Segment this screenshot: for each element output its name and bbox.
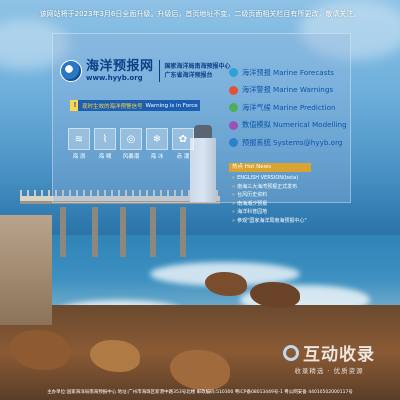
logo-divider (158, 60, 160, 82)
quick-link-tsunami[interactable]: ⌇ 海 啸 (94, 128, 116, 160)
quick-link-sea-ice[interactable]: ❄ 海 冰 (146, 128, 168, 160)
pier-pillar (60, 207, 66, 257)
nav-label: 海洋警报 Marine Warnings (242, 85, 334, 95)
globe-emblem-icon (60, 60, 82, 82)
org-name: 国家海洋局南海预报中心 (164, 63, 231, 70)
quick-links: ≋ 海 浪 ⌇ 海 啸 ◎ 风暴潮 ❄ 海 冰 ✿ 赤 潮 (68, 128, 194, 160)
site-logo[interactable]: 海洋预报网 www.hyyb.org 国家海洋局南海预报中心 广东省海洋预报台 (60, 60, 231, 82)
news-item[interactable]: 参观"国家海洋局南海预报中心" (232, 217, 311, 226)
quick-link-label: 海 啸 (98, 154, 112, 160)
sea-ice-icon: ❄ (146, 128, 168, 150)
news-item[interactable]: ENGLISH VERSION(beta) (232, 174, 311, 183)
upgrade-notice: 该网站将于2023年3月6日全面升级。升级后，首页地址不变，二级页面相关栏目有所… (39, 10, 361, 18)
pier-pillar (92, 207, 98, 257)
news-item[interactable]: 南海三大海湾预报正式发布 (232, 183, 311, 192)
wave-icon: ≋ (68, 128, 90, 150)
nav-item-prediction[interactable]: 海洋气候 Marine Prediction (229, 99, 349, 117)
climate-icon (229, 103, 238, 113)
news-item[interactable]: 台风历史资料 (232, 191, 311, 200)
watermark-text: 互动收录 (303, 345, 375, 365)
quick-link-wave[interactable]: ≋ 海 浪 (68, 128, 90, 160)
news-item[interactable]: 海洋科普园地 (232, 208, 311, 217)
logo-text: 海洋预报网 www.hyyb.org (86, 59, 154, 83)
organizations: 国家海洋局南海预报中心 广东省海洋预报台 (165, 62, 231, 80)
tsunami-icon: ⌇ (94, 128, 116, 150)
storm-surge-icon: ◎ (120, 128, 142, 150)
warning-nav-icon (229, 85, 238, 95)
modelling-icon (229, 120, 238, 130)
news-item[interactable]: 南海潮汐预报 (232, 200, 311, 209)
quick-link-red-tide[interactable]: ✿ 赤 潮 (172, 128, 194, 160)
watermark-subtext: 收录精选 · 优质资源 (294, 367, 364, 375)
pier-pillar (150, 207, 156, 257)
nav-label: 预报系统 Systems@hyyb.org (242, 137, 343, 147)
system-icon (229, 138, 238, 148)
pier-pillar (180, 207, 186, 257)
nav-item-systems[interactable]: 预报系统 Systems@hyyb.org (229, 134, 349, 152)
quick-link-label: 赤 潮 (176, 154, 190, 160)
warning-label-en: Warning is in Force (145, 102, 198, 109)
forecast-icon (229, 68, 238, 78)
red-tide-icon: ✿ (172, 128, 194, 150)
quick-link-label: 海 冰 (150, 154, 164, 160)
hot-news-title: 热点 Hot News (229, 163, 311, 172)
site-url: www.hyyb.org (86, 74, 143, 82)
quick-link-label: 海 浪 (72, 154, 86, 160)
footer: 主办单位:国家海洋局南海预报中心 地址:广州市海珠区新港中路353号北楼 邮政编… (47, 390, 353, 395)
nav-item-forecasts[interactable]: 海洋预报 Marine Forecasts (229, 64, 349, 82)
hot-news-list: ENGLISH VERSION(beta) 南海三大海湾预报正式发布 台风历史资… (229, 174, 311, 225)
nav-label: 海洋预报 Marine Forecasts (242, 67, 335, 77)
watermark-logo-icon (283, 344, 299, 361)
pier-pillar (120, 207, 126, 257)
warning-bar[interactable]: 现时生效的海洋预警信号 Warning is in Force (78, 100, 200, 111)
watermark: 互动收录 收录精选 · 优质资源 (262, 340, 396, 380)
org-name: 广东省海洋预报台 (164, 72, 213, 79)
site-name: 海洋预报网 (86, 59, 154, 74)
nav-label: 数值模拟 Numerical Modelling (242, 120, 347, 130)
quick-link-label: 风暴潮 (122, 154, 140, 160)
cliff (0, 215, 52, 325)
hot-news: 热点 Hot News ENGLISH VERSION(beta) 南海三大海湾… (229, 163, 311, 225)
nav-item-modelling[interactable]: 数值模拟 Numerical Modelling (229, 117, 349, 135)
nav-item-warnings[interactable]: 海洋警报 Marine Warnings (229, 82, 349, 100)
nav-label: 海洋气候 Marine Prediction (242, 102, 336, 112)
main-nav: 海洋预报 Marine Forecasts 海洋警报 Marine Warnin… (229, 64, 349, 152)
quick-link-storm-surge[interactable]: ◎ 风暴潮 (120, 128, 142, 160)
warning-label-cn: 现时生效的海洋预警信号 (82, 103, 143, 110)
watermark-main: 互动收录 (283, 340, 375, 365)
